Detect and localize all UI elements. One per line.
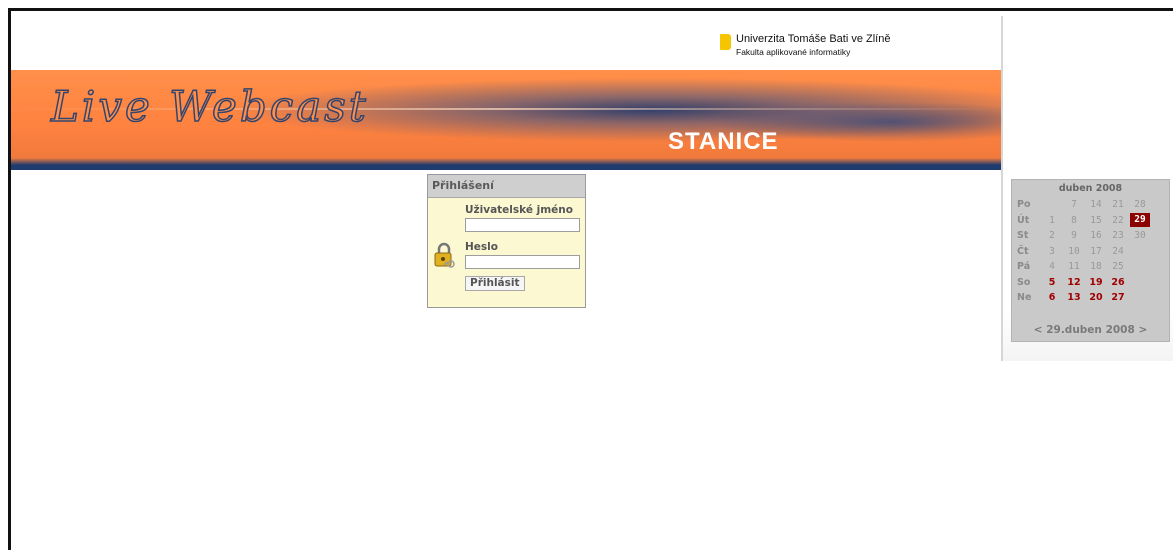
calendar-date[interactable]: 7: [1064, 199, 1084, 210]
calendar-date[interactable]: 10: [1064, 246, 1084, 257]
calendar-date[interactable]: 1: [1042, 215, 1062, 226]
calendar-next-button[interactable]: >: [1138, 324, 1147, 336]
calendar-month-title: duben 2008: [1058, 183, 1123, 194]
username-label: Uživatelské jméno: [465, 204, 573, 216]
calendar-weekday-label: St: [1017, 230, 1029, 241]
calendar-navigation: < 29.duben 2008 >: [1012, 324, 1169, 336]
calendar-weekday-label: So: [1017, 276, 1031, 288]
calendar-date[interactable]: 2: [1042, 230, 1062, 241]
calendar-weekday-label: Pá: [1017, 261, 1031, 272]
password-input[interactable]: [465, 255, 580, 269]
webcast-banner: Live Webcast STANICE: [11, 70, 1001, 170]
calendar-date[interactable]: 15: [1086, 215, 1106, 226]
calendar-date[interactable]: 8: [1064, 215, 1084, 226]
calendar-row: So 5 12 19 26: [1012, 277, 1169, 292]
calendar-date[interactable]: 17: [1086, 246, 1106, 257]
university-logo[interactable]: Univerzita Tomáše Bati ve Zlíně Fakulta …: [720, 33, 1000, 63]
calendar-current-date[interactable]: 29.duben 2008: [1046, 324, 1135, 336]
calendar-row: Út 1 8 15 22 29: [1012, 212, 1169, 230]
login-form: Přihlášení Uživatelské jméno Heslo Přihl…: [427, 174, 586, 308]
calendar-date[interactable]: 26: [1108, 277, 1128, 288]
password-label: Heslo: [465, 241, 498, 253]
calendar-row: Pá 4 11 18 25: [1012, 261, 1169, 276]
calendar-row: St 2 9 16 23 30: [1012, 230, 1169, 245]
banner-subtitle: STANICE: [668, 128, 779, 155]
padlock-icon: [434, 242, 455, 268]
university-name: Univerzita Tomáše Bati ve Zlíně: [736, 33, 891, 45]
faculty-name: Fakulta aplikované informatiky: [736, 47, 851, 57]
calendar-date[interactable]: 24: [1108, 246, 1128, 257]
calendar-date[interactable]: 27: [1108, 292, 1128, 303]
username-input[interactable]: [465, 218, 580, 232]
calendar-date[interactable]: 22: [1108, 215, 1128, 226]
calendar-date[interactable]: 30: [1130, 230, 1150, 241]
calendar-date-today[interactable]: 29: [1130, 212, 1150, 227]
banner-title: Live Webcast: [50, 81, 369, 132]
calendar-date[interactable]: 4: [1042, 261, 1062, 272]
calendar-row: Ne 6 13 20 27: [1012, 292, 1169, 307]
calendar-date[interactable]: 11: [1064, 261, 1084, 272]
calendar-weekday-label: Út: [1017, 214, 1030, 226]
university-logo-mark-icon: [720, 34, 731, 50]
calendar-widget: duben 2008 Po 7 14 21 28 Út 1 8 15 22 29 St 2 9 16 23 30…: [1011, 179, 1170, 342]
calendar-date[interactable]: 23: [1108, 230, 1128, 241]
calendar-date[interactable]: 9: [1064, 230, 1084, 241]
calendar-date[interactable]: 18: [1086, 261, 1106, 272]
login-submit-button[interactable]: Přihlásit: [465, 276, 525, 291]
calendar-date[interactable]: 20: [1086, 292, 1106, 303]
calendar-date[interactable]: 28: [1130, 199, 1150, 210]
calendar-date[interactable]: 13: [1064, 292, 1084, 303]
login-title: Přihlášení: [428, 175, 585, 198]
calendar-date[interactable]: 6: [1042, 292, 1062, 303]
calendar-date[interactable]: 14: [1086, 199, 1106, 210]
calendar-weekday-label: Po: [1017, 199, 1031, 210]
calendar-date[interactable]: 3: [1042, 246, 1062, 257]
calendar-date[interactable]: 21: [1108, 199, 1128, 210]
calendar-weekday-label: Ne: [1017, 292, 1032, 303]
calendar-row: Čt 3 10 17 24: [1012, 246, 1169, 261]
calendar-date[interactable]: 25: [1108, 261, 1128, 272]
calendar-date[interactable]: 19: [1086, 277, 1106, 288]
calendar-date[interactable]: 5: [1042, 277, 1062, 288]
calendar-prev-button[interactable]: <: [1034, 324, 1043, 336]
calendar-date[interactable]: 16: [1086, 230, 1106, 241]
window-frame-top: [8, 8, 1173, 11]
calendar-date[interactable]: 12: [1064, 277, 1084, 288]
calendar-weekday-label: Čt: [1017, 245, 1029, 257]
